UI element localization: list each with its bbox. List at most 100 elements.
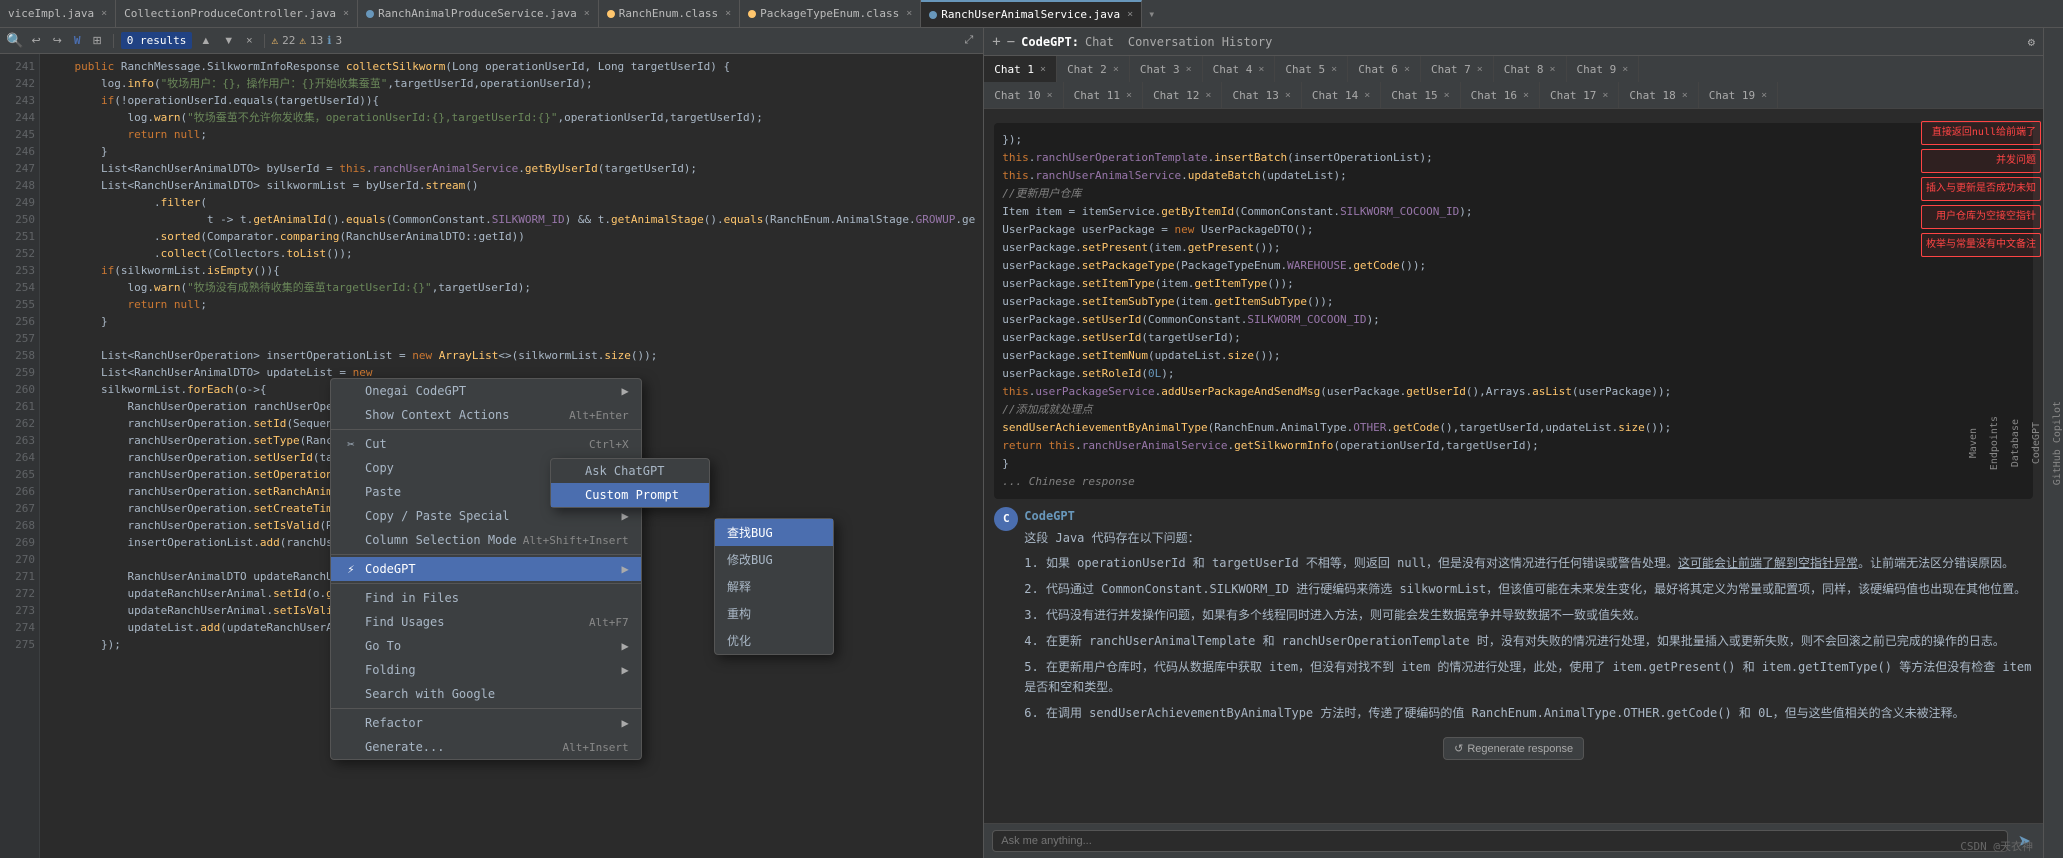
menu-codegpt[interactable]: ⚡ CodeGPT ▶ [331,557,641,581]
close-icon[interactable]: × [906,8,912,19]
menu-cut[interactable]: ✂ Cut Ctrl+X [331,432,641,456]
menu-find-usages[interactable]: Find Usages Alt+F7 [331,610,641,634]
undo-btn[interactable]: ↩ [27,32,44,49]
close-icon[interactable]: × [1331,64,1337,75]
submenu-arrow: ▶ [621,384,628,398]
endpoints-label[interactable]: Endpoints [1989,416,2000,470]
close-icon[interactable]: × [1682,90,1688,101]
codegpt-side-label[interactable]: CodeGPT [2031,422,2042,464]
code-line: userPackage.setPackageType(PackageTypeEn… [1002,257,2025,275]
menu-folding[interactable]: Folding ▶ [331,658,641,682]
search-icon[interactable]: 🔍 [6,33,23,49]
chat-tab-3[interactable]: Chat 3× [1130,56,1203,82]
close-icon[interactable]: × [1622,64,1628,75]
chat-tab-2[interactable]: Chat 2× [1057,56,1130,82]
menu-find-bug[interactable]: 查找BUG [715,519,833,546]
chat-tab-10[interactable]: Chat 10× [984,82,1063,108]
close-icon[interactable]: × [1285,90,1291,101]
menu-onegai[interactable]: Onegai CodeGPT ▶ [331,379,641,403]
regenerate-button[interactable]: ↺ Regenerate response [1443,737,1584,760]
menu-label: Search with Google [365,687,629,701]
submenu-arrow: ▶ [621,639,628,653]
chat-tab-18[interactable]: Chat 18× [1619,82,1698,108]
more-tabs-btn[interactable]: ▾ [1142,7,1161,21]
close-icon[interactable]: × [1477,64,1483,75]
close-icon[interactable]: × [1113,64,1119,75]
info-icon: ℹ [327,34,331,47]
chat-tab-14[interactable]: Chat 14× [1302,82,1381,108]
chat-tab-8[interactable]: Chat 8× [1494,56,1567,82]
close-icon[interactable]: × [1602,90,1608,101]
code-line: userPackage.setPresent(item.getPresent()… [1002,239,2025,257]
close-icon[interactable]: × [1205,90,1211,101]
tab-viceimpl[interactable]: viceImpl.java × [0,0,116,28]
close-icon[interactable]: × [101,8,107,19]
chat-input[interactable] [992,830,2007,852]
menu-custom-prompt[interactable]: Custom Prompt [551,483,709,507]
chat-tab-13[interactable]: Chat 13× [1222,82,1301,108]
tab-packagetype[interactable]: PackageTypeEnum.class × [740,0,921,28]
menu-optimize[interactable]: 优化 [715,627,833,654]
chat-tab-7[interactable]: Chat 7× [1421,56,1494,82]
word-wrap-btn[interactable]: W [70,34,85,47]
close-search[interactable]: × [242,33,256,49]
github-copilot-label[interactable]: GitHub Copilot [2052,401,2063,485]
tab-ranchanimal[interactable]: RanchAnimalProduceService.java × [358,0,599,28]
menu-search-google[interactable]: Search with Google [331,682,641,706]
tab-collection[interactable]: CollectionProduceController.java × [116,0,358,28]
redo-btn[interactable]: ↪ [49,32,66,49]
chat-tab-17[interactable]: Chat 17× [1540,82,1619,108]
close-icon[interactable]: × [1364,90,1370,101]
expand-btn[interactable]: ⤢ [960,32,977,49]
close-icon[interactable]: × [1127,9,1133,20]
close-icon[interactable]: × [343,8,349,19]
close-icon[interactable]: × [1040,64,1046,75]
bookmark-btn[interactable]: ⊞ [89,32,106,49]
close-icon[interactable]: × [1761,90,1767,101]
close-icon[interactable]: × [725,8,731,19]
menu-goto[interactable]: Go To ▶ [331,634,641,658]
chat-tab-15[interactable]: Chat 15× [1381,82,1460,108]
close-icon[interactable]: × [1444,90,1450,101]
tab-ranchuseranimal[interactable]: RanchUserAnimalService.java × [921,0,1142,28]
chat-tab-11[interactable]: Chat 11× [1064,82,1143,108]
menu-ask-chatgpt[interactable]: Ask ChatGPT [551,459,709,483]
code-line: } [1002,455,2025,473]
chat-tab-5[interactable]: Chat 5× [1275,56,1348,82]
tab-ranchenum[interactable]: RanchEnum.class × [599,0,740,28]
close-icon[interactable]: × [1047,90,1053,101]
menu-refactor[interactable]: Refactor ▶ [331,711,641,735]
close-icon[interactable]: × [1126,90,1132,101]
response-block: C CodeGPT 这段 Java 代码存在以下问题： 1. 如果 operat… [994,507,2033,729]
menu-column-select[interactable]: Column Selection Mode Alt+Shift+Insert [331,528,641,552]
database-label[interactable]: Database [2010,419,2021,467]
menu-context-actions[interactable]: Show Context Actions Alt+Enter [331,403,641,427]
chat-tab-6[interactable]: Chat 6× [1348,56,1421,82]
menu-explain[interactable]: 解释 [715,573,833,600]
chat-tab-4[interactable]: Chat 4× [1203,56,1276,82]
next-result[interactable]: ▼ [219,33,238,49]
menu-generate[interactable]: Generate... Alt+Insert [331,735,641,759]
maven-label[interactable]: Maven [1968,428,1979,458]
close-icon[interactable]: × [1186,64,1192,75]
prev-result[interactable]: ▲ [196,33,215,49]
chat-tab-12[interactable]: Chat 12× [1143,82,1222,108]
minus-icon[interactable]: − [1007,34,1015,50]
plus-icon[interactable]: + [992,34,1000,50]
close-icon[interactable]: × [584,8,590,19]
menu-find-files[interactable]: Find in Files [331,586,641,610]
chat-tab-19[interactable]: Chat 19× [1699,82,1778,108]
menu-fix-bug[interactable]: 修改BUG [715,546,833,573]
close-icon[interactable]: × [1523,90,1529,101]
settings-icon[interactable]: ⚙ [2028,35,2035,49]
menu-refactor2[interactable]: 重构 [715,600,833,627]
chat-tab-9[interactable]: Chat 9× [1567,56,1640,82]
chat-label[interactable]: Chat [1085,35,1114,49]
close-icon[interactable]: × [1258,64,1264,75]
conversation-history-btn[interactable]: Conversation History [1128,35,1273,49]
close-icon[interactable]: × [1404,64,1410,75]
csdn-author: @天衣神 [1993,840,2033,853]
close-icon[interactable]: × [1550,64,1556,75]
chat-tab-1[interactable]: Chat 1× [984,56,1057,82]
chat-tab-16[interactable]: Chat 16× [1461,82,1540,108]
